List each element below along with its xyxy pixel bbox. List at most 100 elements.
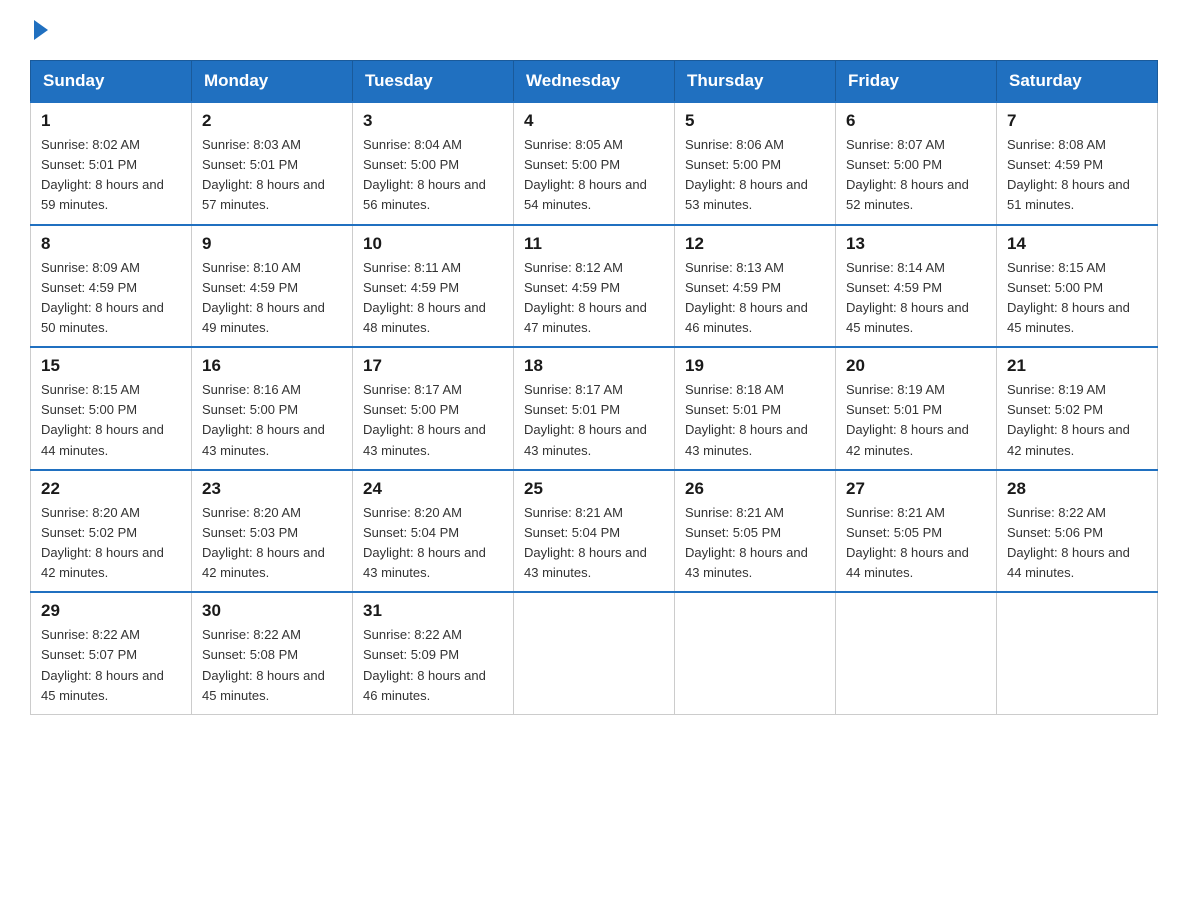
logo-arrow-icon [34, 20, 48, 40]
day-number: 2 [202, 111, 342, 131]
day-number: 29 [41, 601, 181, 621]
calendar-cell: 10 Sunrise: 8:11 AMSunset: 4:59 PMDaylig… [353, 225, 514, 348]
day-info: Sunrise: 8:15 AMSunset: 5:00 PMDaylight:… [1007, 260, 1130, 335]
calendar-cell: 25 Sunrise: 8:21 AMSunset: 5:04 PMDaylig… [514, 470, 675, 593]
day-number: 15 [41, 356, 181, 376]
day-number: 25 [524, 479, 664, 499]
day-info: Sunrise: 8:21 AMSunset: 5:05 PMDaylight:… [846, 505, 969, 580]
day-info: Sunrise: 8:20 AMSunset: 5:02 PMDaylight:… [41, 505, 164, 580]
weekday-header-friday: Friday [836, 61, 997, 103]
calendar-cell: 20 Sunrise: 8:19 AMSunset: 5:01 PMDaylig… [836, 347, 997, 470]
logo [30, 20, 48, 40]
day-number: 13 [846, 234, 986, 254]
day-info: Sunrise: 8:22 AMSunset: 5:07 PMDaylight:… [41, 627, 164, 702]
calendar-cell: 29 Sunrise: 8:22 AMSunset: 5:07 PMDaylig… [31, 592, 192, 714]
day-info: Sunrise: 8:06 AMSunset: 5:00 PMDaylight:… [685, 137, 808, 212]
day-number: 12 [685, 234, 825, 254]
calendar-cell: 7 Sunrise: 8:08 AMSunset: 4:59 PMDayligh… [997, 102, 1158, 225]
weekday-header-wednesday: Wednesday [514, 61, 675, 103]
day-info: Sunrise: 8:19 AMSunset: 5:02 PMDaylight:… [1007, 382, 1130, 457]
day-number: 31 [363, 601, 503, 621]
calendar-cell: 8 Sunrise: 8:09 AMSunset: 4:59 PMDayligh… [31, 225, 192, 348]
calendar-cell: 30 Sunrise: 8:22 AMSunset: 5:08 PMDaylig… [192, 592, 353, 714]
day-number: 9 [202, 234, 342, 254]
day-info: Sunrise: 8:09 AMSunset: 4:59 PMDaylight:… [41, 260, 164, 335]
calendar-week-row: 22 Sunrise: 8:20 AMSunset: 5:02 PMDaylig… [31, 470, 1158, 593]
calendar-week-row: 8 Sunrise: 8:09 AMSunset: 4:59 PMDayligh… [31, 225, 1158, 348]
calendar-cell: 17 Sunrise: 8:17 AMSunset: 5:00 PMDaylig… [353, 347, 514, 470]
day-info: Sunrise: 8:21 AMSunset: 5:05 PMDaylight:… [685, 505, 808, 580]
calendar-cell: 14 Sunrise: 8:15 AMSunset: 5:00 PMDaylig… [997, 225, 1158, 348]
calendar-week-row: 1 Sunrise: 8:02 AMSunset: 5:01 PMDayligh… [31, 102, 1158, 225]
weekday-header-tuesday: Tuesday [353, 61, 514, 103]
day-info: Sunrise: 8:19 AMSunset: 5:01 PMDaylight:… [846, 382, 969, 457]
calendar-cell: 16 Sunrise: 8:16 AMSunset: 5:00 PMDaylig… [192, 347, 353, 470]
day-number: 19 [685, 356, 825, 376]
calendar-cell: 12 Sunrise: 8:13 AMSunset: 4:59 PMDaylig… [675, 225, 836, 348]
day-number: 22 [41, 479, 181, 499]
day-number: 16 [202, 356, 342, 376]
day-info: Sunrise: 8:22 AMSunset: 5:06 PMDaylight:… [1007, 505, 1130, 580]
weekday-header-monday: Monday [192, 61, 353, 103]
day-info: Sunrise: 8:12 AMSunset: 4:59 PMDaylight:… [524, 260, 647, 335]
calendar-cell: 15 Sunrise: 8:15 AMSunset: 5:00 PMDaylig… [31, 347, 192, 470]
day-info: Sunrise: 8:17 AMSunset: 5:01 PMDaylight:… [524, 382, 647, 457]
day-number: 7 [1007, 111, 1147, 131]
day-number: 5 [685, 111, 825, 131]
day-number: 4 [524, 111, 664, 131]
day-number: 3 [363, 111, 503, 131]
day-number: 18 [524, 356, 664, 376]
day-number: 17 [363, 356, 503, 376]
day-info: Sunrise: 8:21 AMSunset: 5:04 PMDaylight:… [524, 505, 647, 580]
day-info: Sunrise: 8:14 AMSunset: 4:59 PMDaylight:… [846, 260, 969, 335]
day-info: Sunrise: 8:13 AMSunset: 4:59 PMDaylight:… [685, 260, 808, 335]
day-info: Sunrise: 8:08 AMSunset: 4:59 PMDaylight:… [1007, 137, 1130, 212]
day-number: 6 [846, 111, 986, 131]
calendar-cell: 4 Sunrise: 8:05 AMSunset: 5:00 PMDayligh… [514, 102, 675, 225]
calendar-cell: 13 Sunrise: 8:14 AMSunset: 4:59 PMDaylig… [836, 225, 997, 348]
calendar-cell: 18 Sunrise: 8:17 AMSunset: 5:01 PMDaylig… [514, 347, 675, 470]
calendar-cell: 1 Sunrise: 8:02 AMSunset: 5:01 PMDayligh… [31, 102, 192, 225]
weekday-header-sunday: Sunday [31, 61, 192, 103]
calendar-week-row: 15 Sunrise: 8:15 AMSunset: 5:00 PMDaylig… [31, 347, 1158, 470]
day-info: Sunrise: 8:04 AMSunset: 5:00 PMDaylight:… [363, 137, 486, 212]
calendar-cell: 22 Sunrise: 8:20 AMSunset: 5:02 PMDaylig… [31, 470, 192, 593]
day-number: 30 [202, 601, 342, 621]
day-number: 11 [524, 234, 664, 254]
calendar-cell: 9 Sunrise: 8:10 AMSunset: 4:59 PMDayligh… [192, 225, 353, 348]
calendar-cell [514, 592, 675, 714]
day-info: Sunrise: 8:10 AMSunset: 4:59 PMDaylight:… [202, 260, 325, 335]
calendar-cell: 19 Sunrise: 8:18 AMSunset: 5:01 PMDaylig… [675, 347, 836, 470]
logo-blue-text [30, 20, 48, 40]
calendar-cell [675, 592, 836, 714]
day-info: Sunrise: 8:18 AMSunset: 5:01 PMDaylight:… [685, 382, 808, 457]
day-number: 8 [41, 234, 181, 254]
calendar-cell: 26 Sunrise: 8:21 AMSunset: 5:05 PMDaylig… [675, 470, 836, 593]
day-info: Sunrise: 8:20 AMSunset: 5:03 PMDaylight:… [202, 505, 325, 580]
day-number: 21 [1007, 356, 1147, 376]
calendar-cell: 6 Sunrise: 8:07 AMSunset: 5:00 PMDayligh… [836, 102, 997, 225]
day-info: Sunrise: 8:16 AMSunset: 5:00 PMDaylight:… [202, 382, 325, 457]
day-info: Sunrise: 8:05 AMSunset: 5:00 PMDaylight:… [524, 137, 647, 212]
calendar-cell: 21 Sunrise: 8:19 AMSunset: 5:02 PMDaylig… [997, 347, 1158, 470]
calendar-cell: 23 Sunrise: 8:20 AMSunset: 5:03 PMDaylig… [192, 470, 353, 593]
calendar-cell: 28 Sunrise: 8:22 AMSunset: 5:06 PMDaylig… [997, 470, 1158, 593]
day-info: Sunrise: 8:20 AMSunset: 5:04 PMDaylight:… [363, 505, 486, 580]
day-number: 26 [685, 479, 825, 499]
day-number: 27 [846, 479, 986, 499]
day-number: 24 [363, 479, 503, 499]
calendar-header-row: SundayMondayTuesdayWednesdayThursdayFrid… [31, 61, 1158, 103]
calendar-table: SundayMondayTuesdayWednesdayThursdayFrid… [30, 60, 1158, 715]
calendar-week-row: 29 Sunrise: 8:22 AMSunset: 5:07 PMDaylig… [31, 592, 1158, 714]
day-number: 23 [202, 479, 342, 499]
calendar-cell: 24 Sunrise: 8:20 AMSunset: 5:04 PMDaylig… [353, 470, 514, 593]
calendar-cell: 3 Sunrise: 8:04 AMSunset: 5:00 PMDayligh… [353, 102, 514, 225]
weekday-header-thursday: Thursday [675, 61, 836, 103]
page-header [30, 20, 1158, 40]
day-info: Sunrise: 8:07 AMSunset: 5:00 PMDaylight:… [846, 137, 969, 212]
day-info: Sunrise: 8:22 AMSunset: 5:08 PMDaylight:… [202, 627, 325, 702]
day-info: Sunrise: 8:15 AMSunset: 5:00 PMDaylight:… [41, 382, 164, 457]
day-info: Sunrise: 8:03 AMSunset: 5:01 PMDaylight:… [202, 137, 325, 212]
day-number: 28 [1007, 479, 1147, 499]
day-number: 10 [363, 234, 503, 254]
